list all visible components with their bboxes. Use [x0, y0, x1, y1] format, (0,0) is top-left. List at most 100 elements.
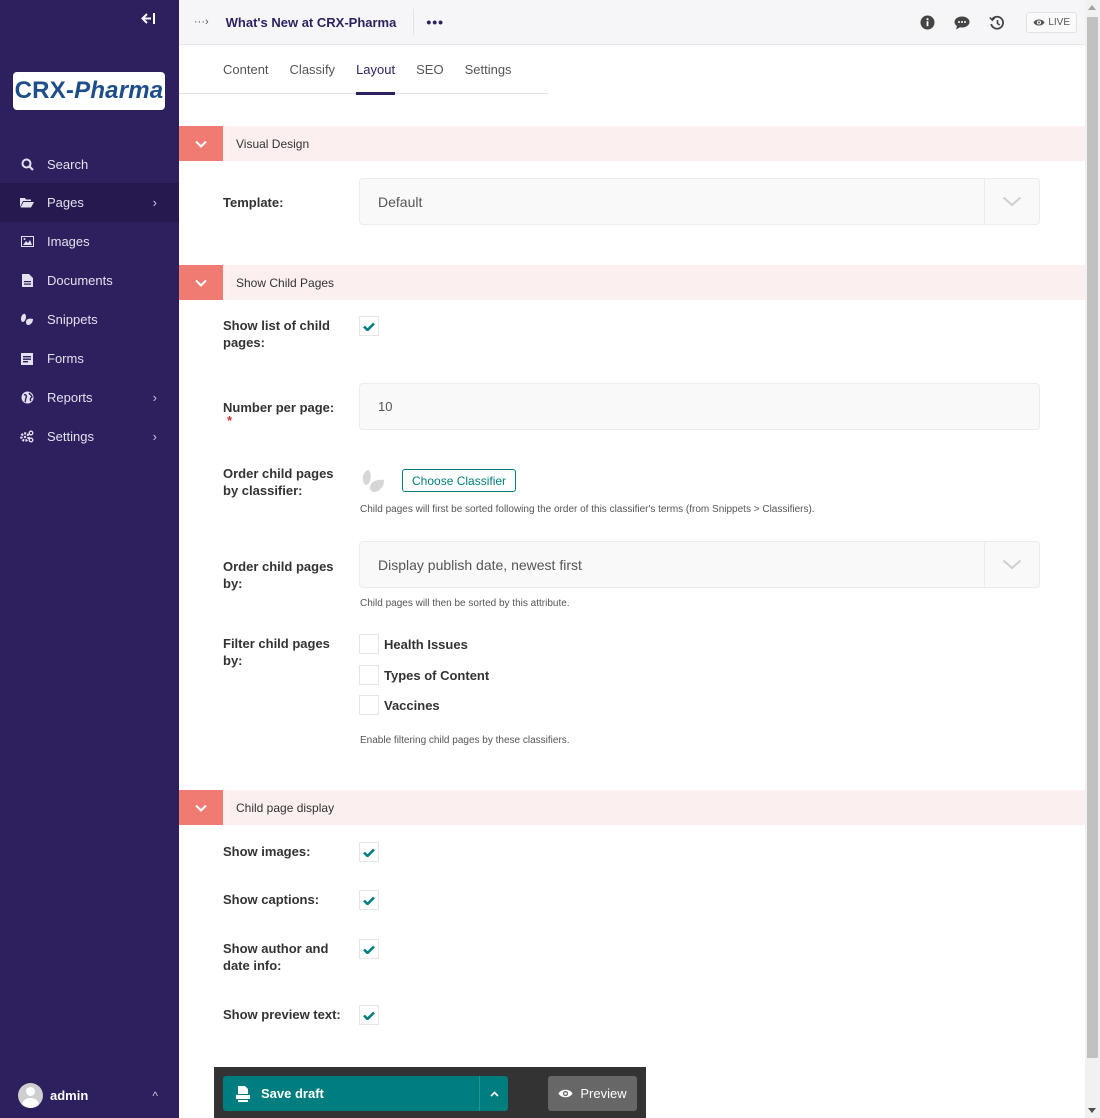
- logo-text-a: CRX-: [14, 77, 75, 104]
- number-per-page-input[interactable]: 10: [359, 383, 1040, 430]
- more-actions-button[interactable]: •••: [426, 14, 444, 30]
- sidebar-item-documents[interactable]: Documents: [0, 261, 179, 300]
- scrollbar-thumb[interactable]: [1087, 17, 1098, 1058]
- classifier-leaf-icon: [360, 467, 388, 495]
- sidebar-item-search[interactable]: Search: [0, 145, 179, 183]
- tab-seo[interactable]: SEO: [416, 45, 443, 94]
- sidebar-item-label: Forms: [47, 351, 84, 366]
- chevron-right-icon: ›: [152, 429, 157, 444]
- sidebar-item-label: Search: [47, 156, 89, 172]
- sidebar-item-forms[interactable]: Forms: [0, 339, 179, 378]
- chevron-down-icon: [195, 140, 207, 148]
- more-publish-options-button[interactable]: [479, 1076, 508, 1111]
- history-icon[interactable]: [988, 14, 1006, 32]
- preview-button[interactable]: Preview: [548, 1076, 637, 1111]
- chevron-down-icon: [195, 804, 207, 812]
- filter-option-label: Health Issues: [384, 637, 468, 652]
- section-toggle[interactable]: [179, 265, 223, 300]
- show-captions-label: Show captions:: [223, 892, 320, 907]
- sidebar-item-settings[interactable]: Settings ›: [0, 417, 179, 456]
- snippet-leaf-icon: [20, 313, 34, 327]
- arrow-left-bar-icon: [141, 13, 155, 24]
- tab-content[interactable]: Content: [223, 45, 269, 94]
- choose-classifier-button[interactable]: Choose Classifier: [402, 469, 517, 492]
- filter-types-of-content-checkbox[interactable]: [359, 665, 379, 685]
- show-images-checkbox[interactable]: [359, 842, 379, 862]
- draft-document-icon: [236, 1085, 250, 1102]
- save-draft-button[interactable]: Save draft: [223, 1076, 508, 1111]
- section-toggle[interactable]: [179, 790, 223, 825]
- live-view-button[interactable]: LIVE: [1026, 12, 1077, 33]
- filter-option-label: Vaccines: [384, 698, 440, 713]
- preview-label: Preview: [580, 1086, 627, 1101]
- checkmark-icon: [363, 896, 375, 905]
- cogs-icon: [20, 430, 34, 444]
- folder-open-icon: [20, 196, 34, 210]
- main-nav: Search Pages › Images Documents Snippets…: [0, 145, 179, 456]
- user-name: admin: [50, 1088, 89, 1103]
- checkmark-icon: [363, 848, 375, 857]
- section-title: Visual Design: [236, 136, 310, 151]
- header-actions: LIVE: [901, 0, 1077, 45]
- logo[interactable]: CRX- Pharma: [13, 72, 165, 110]
- template-select[interactable]: Default: [359, 178, 1040, 225]
- scroll-down-arrow-icon[interactable]: [1088, 1108, 1096, 1113]
- document-icon: [20, 274, 34, 288]
- chevron-up-icon: [489, 1090, 499, 1097]
- checkmark-icon: [363, 945, 375, 954]
- globe-icon: [20, 391, 34, 405]
- order-classifier-label: Order child pages by classifier:: [223, 466, 334, 498]
- order-by-select-value: Display publish date, newest first: [378, 556, 582, 573]
- form-icon: [20, 352, 34, 366]
- sidebar-item-snippets[interactable]: Snippets: [0, 300, 179, 339]
- sidebar-item-pages[interactable]: Pages ›: [0, 183, 179, 222]
- show-preview-text-label: Show preview text:: [223, 1007, 341, 1022]
- show-list-label: Show list of child pages:: [223, 318, 330, 350]
- section-title: Show Child Pages: [236, 275, 335, 290]
- tab-layout[interactable]: Layout: [356, 45, 396, 95]
- chevron-down-icon: [984, 179, 1039, 224]
- eye-icon: [1033, 19, 1045, 26]
- breadcrumb-toggle[interactable]: ···›: [194, 16, 209, 28]
- sidebar-item-label: Pages: [47, 195, 84, 210]
- template-label: Template:: [223, 195, 284, 210]
- section-visual-design-header[interactable]: Visual Design: [179, 126, 1085, 161]
- page-header: ···› What's New at CRX-Pharma ••• LIVE: [179, 0, 1085, 45]
- sidebar-item-reports[interactable]: Reports ›: [0, 378, 179, 417]
- checkmark-icon: [363, 1011, 375, 1020]
- info-icon[interactable]: [918, 14, 936, 32]
- order-by-help: Child pages will then be sorted by this …: [360, 598, 570, 609]
- image-icon: [20, 235, 34, 249]
- chevron-right-icon: ›: [152, 195, 157, 210]
- filter-health-issues-checkbox[interactable]: [359, 634, 379, 654]
- chevron-right-icon: ›: [152, 390, 157, 405]
- tab-classify[interactable]: Classify: [290, 45, 336, 94]
- scroll-up-arrow-icon[interactable]: [1088, 5, 1096, 10]
- show-captions-checkbox[interactable]: [359, 890, 379, 910]
- required-mark: *: [227, 413, 233, 428]
- vertical-scrollbar[interactable]: [1085, 0, 1100, 1118]
- chevron-down-icon: [195, 279, 207, 287]
- order-by-select[interactable]: Display publish date, newest first: [359, 541, 1040, 588]
- sidebar: CRX- Pharma Search Pages › Images Documen…: [0, 0, 179, 1118]
- show-author-date-checkbox[interactable]: [359, 939, 379, 959]
- sidebar-item-label: Reports: [47, 390, 93, 405]
- collapse-sidebar-button[interactable]: [141, 12, 156, 29]
- section-child-page-display-header[interactable]: Child page display: [179, 790, 1085, 825]
- comment-icon[interactable]: [953, 14, 971, 32]
- show-list-checkbox[interactable]: [359, 316, 379, 336]
- section-toggle[interactable]: [179, 126, 223, 161]
- show-preview-text-checkbox[interactable]: [359, 1005, 379, 1025]
- user-menu[interactable]: admin ^: [18, 1083, 168, 1108]
- sidebar-item-images[interactable]: Images: [0, 222, 179, 261]
- avatar: [18, 1083, 43, 1108]
- show-images-label: Show images:: [223, 844, 311, 859]
- tab-settings[interactable]: Settings: [465, 45, 512, 94]
- section-show-child-pages-header[interactable]: Show Child Pages: [179, 265, 1085, 300]
- show-author-date-label: Show author and date info:: [223, 941, 329, 973]
- section-title: Child page display: [236, 800, 335, 815]
- footer-action-bar: Save draft Preview: [214, 1067, 646, 1118]
- filter-label: Filter child pages by:: [223, 636, 330, 668]
- filter-vaccines-checkbox[interactable]: [359, 695, 379, 715]
- checkmark-icon: [363, 322, 375, 331]
